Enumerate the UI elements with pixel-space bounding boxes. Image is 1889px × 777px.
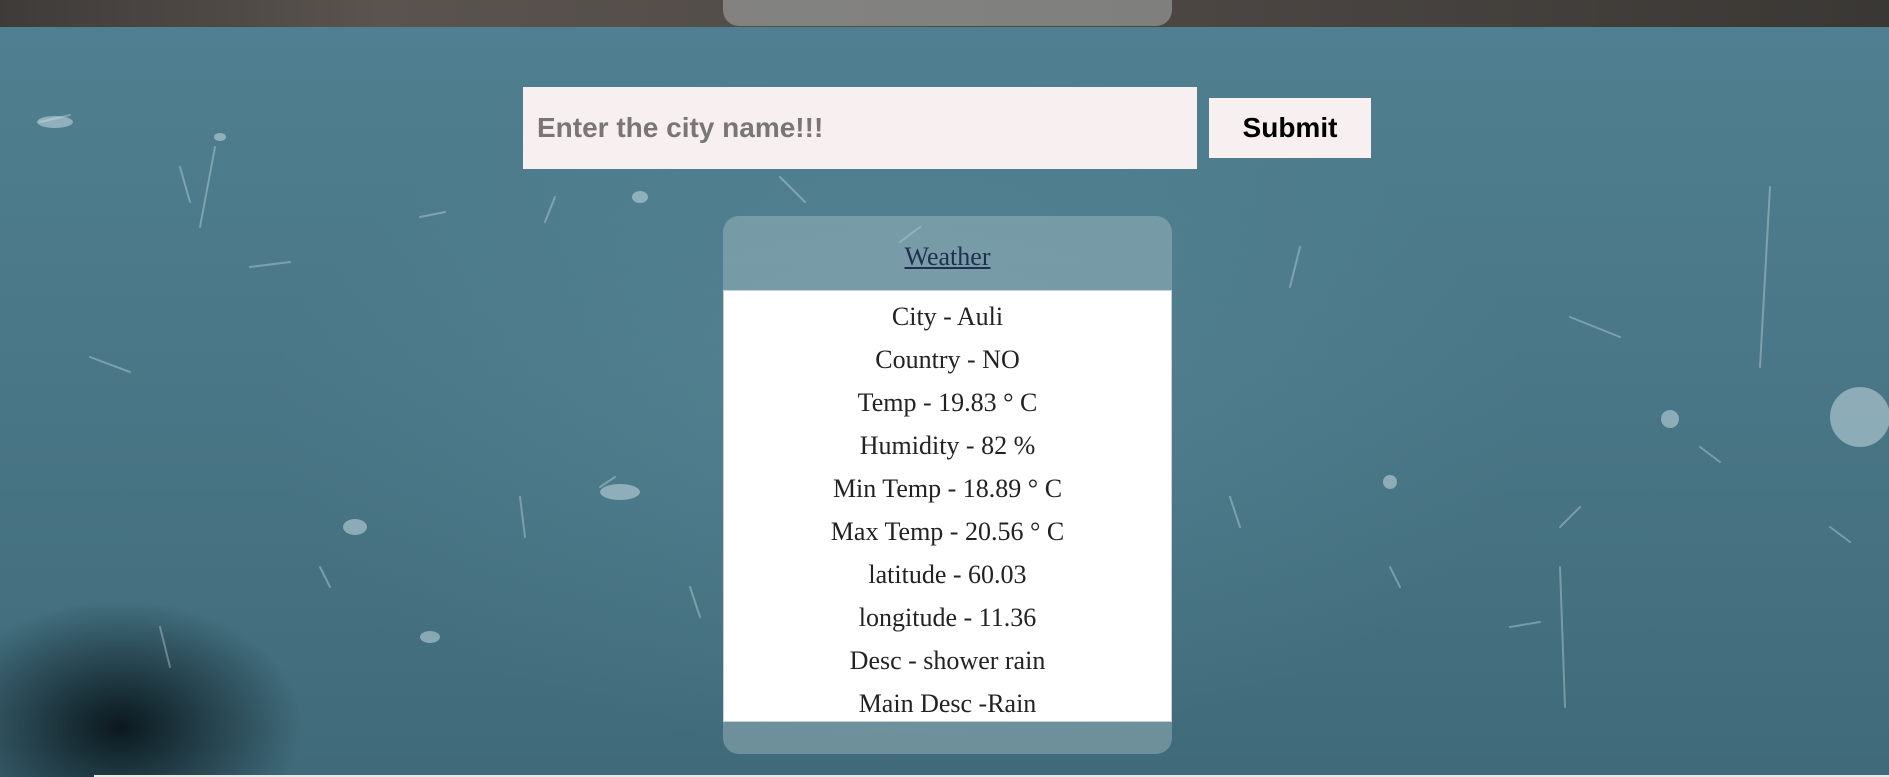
weather-city: City - Auli (891, 302, 1004, 331)
weather-country: Country - NO (875, 345, 1020, 374)
weather-title[interactable]: Weather (723, 242, 1172, 272)
weather-card: Weather City - Auli Country - NO Temp - … (723, 216, 1172, 754)
weather-details-list: City - Auli Country - NO Temp - 19.83 ° … (723, 290, 1172, 722)
weather-longitude: longitude - 11.36 (858, 603, 1037, 632)
weather-desc: Desc - shower rain (849, 646, 1046, 675)
weather-max-temp: Max Temp - 20.56 ° C (830, 517, 1065, 546)
weather-main-desc: Main Desc -Rain (858, 689, 1037, 718)
top-background-strip (0, 0, 1889, 27)
city-name-input[interactable] (523, 87, 1197, 169)
previous-card-edge (723, 0, 1172, 26)
weather-app-page: Submit Weather City - Auli Country - NO … (0, 0, 1889, 777)
weather-temp: Temp - 19.83 ° C (857, 388, 1038, 417)
weather-humidity: Humidity - 82 % (859, 431, 1036, 460)
weather-min-temp: Min Temp - 18.89 ° C (832, 474, 1063, 503)
submit-button[interactable]: Submit (1209, 98, 1371, 158)
weather-latitude: latitude - 60.03 (868, 560, 1027, 589)
